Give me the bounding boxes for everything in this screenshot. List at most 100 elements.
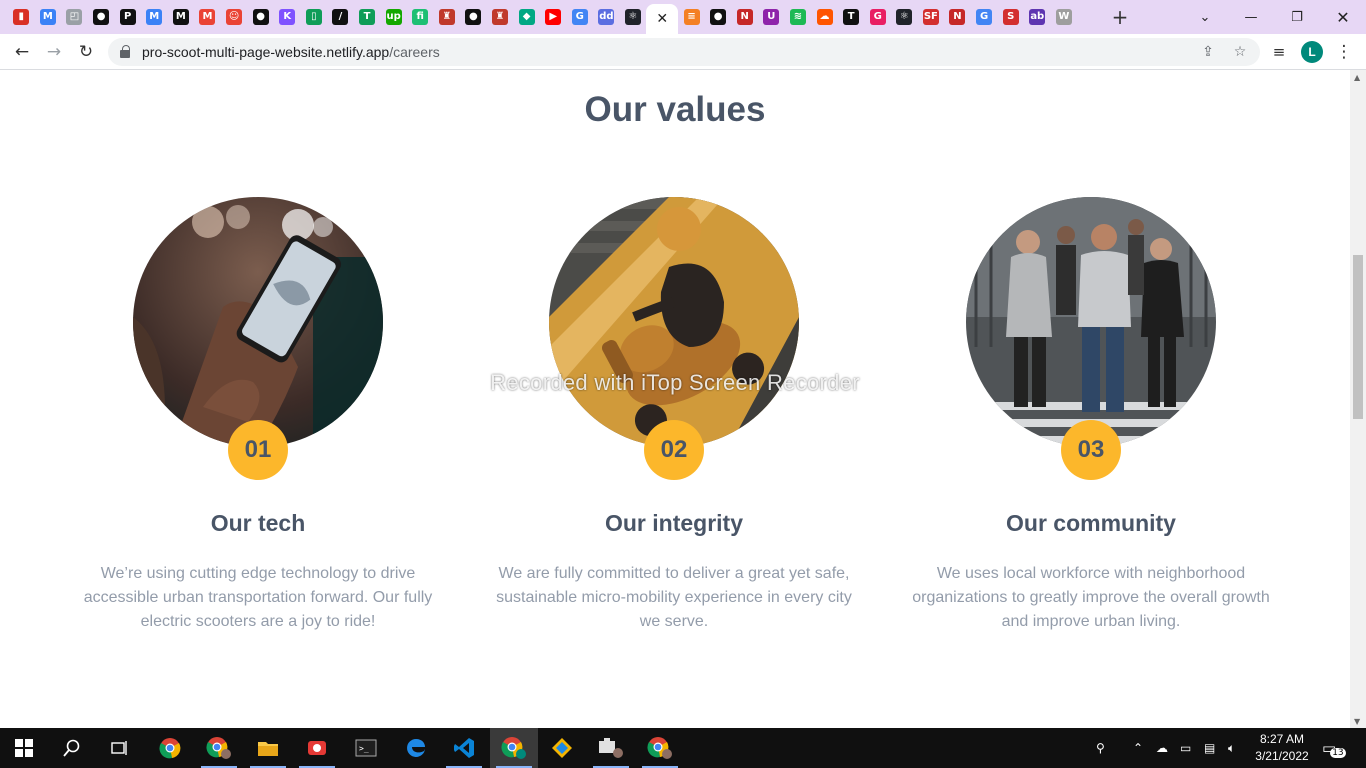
forward-arrow-icon[interactable]: → — [42, 40, 66, 64]
url-path: /careers — [389, 44, 440, 60]
browser-tab[interactable]: ● — [88, 4, 115, 30]
netlify-icon: N — [736, 9, 753, 25]
doc-icon: ◰ — [66, 9, 83, 25]
address-bar[interactable]: pro-scoot-multi-page-website.netlify.app… — [108, 38, 1260, 66]
vscode-icon[interactable] — [440, 728, 488, 768]
start-button[interactable] — [0, 728, 48, 768]
close-tab-icon[interactable]: ✕ — [656, 12, 668, 26]
google-icon: G — [976, 9, 993, 25]
chrome-profile-l-taskbar-icon[interactable] — [490, 728, 538, 768]
browser-tab[interactable]: M — [35, 4, 62, 30]
browser-tab[interactable]: up — [380, 4, 407, 30]
restore-button[interactable]: ❐ — [1274, 0, 1320, 34]
browser-tab[interactable]: ♜ — [487, 4, 514, 30]
browser-tab[interactable]: ● — [705, 4, 732, 30]
browser-tab[interactable]: ▶ — [540, 4, 567, 30]
browser-tab[interactable]: ▯ — [301, 4, 328, 30]
browser-tab[interactable]: ≡ — [678, 4, 705, 30]
back-arrow-icon[interactable]: ← — [10, 40, 34, 64]
profile-avatar[interactable]: L — [1301, 41, 1323, 63]
youtube-icon: ▶ — [545, 9, 562, 25]
browser-tab[interactable]: ▮ — [8, 4, 35, 30]
value-number-badge: 02 — [644, 420, 704, 480]
browser-tab[interactable]: M — [168, 4, 195, 30]
browser-tab[interactable]: G — [864, 4, 891, 30]
scroll-down-icon[interactable]: ▼ — [1354, 717, 1360, 726]
share-icon[interactable]: ⇪ — [1198, 42, 1218, 62]
browser-tab[interactable]: ☁ — [811, 4, 838, 30]
minimize-button[interactable]: — — [1228, 0, 1274, 34]
browser-tab[interactable]: T — [354, 4, 381, 30]
browser-tab[interactable]: M — [194, 4, 221, 30]
task-view-icon[interactable] — [96, 728, 144, 768]
url-text[interactable]: pro-scoot-multi-page-website.netlify.app… — [142, 44, 440, 60]
browser-tab[interactable]: ☺ — [221, 4, 248, 30]
page-scrollbar[interactable]: ▲ ▼ — [1350, 70, 1366, 728]
browser-tab[interactable]: dd — [593, 4, 620, 30]
dnd-icon: dd — [598, 9, 615, 25]
community-photo — [966, 197, 1216, 447]
tray-overflow-chevron-icon[interactable]: ⌃ — [1133, 728, 1143, 768]
section-title: Our values — [584, 90, 766, 129]
browser-tab[interactable]: ◆ — [513, 4, 540, 30]
browser-tab[interactable]: G — [566, 4, 593, 30]
browser-tab[interactable]: ● — [460, 4, 487, 30]
browser-tab[interactable]: fi — [407, 4, 434, 30]
volume-icon[interactable]: 🔈︎ — [1228, 728, 1235, 768]
bookmark-star-icon[interactable]: ☆ — [1230, 42, 1250, 62]
scrollbar-thumb[interactable] — [1353, 255, 1363, 419]
browser-tab[interactable]: U — [758, 4, 785, 30]
browser-tab[interactable]: ab — [1024, 4, 1051, 30]
terminal-icon[interactable]: >_ — [342, 728, 390, 768]
tech-photo — [133, 197, 383, 447]
google-icon: G — [571, 9, 588, 25]
search-icon[interactable] — [48, 728, 96, 768]
menu-kebab-icon[interactable]: ⋮ — [1332, 40, 1356, 64]
lock-icon[interactable] — [120, 45, 130, 58]
windows-logo-icon — [15, 739, 33, 757]
browser-tab[interactable]: SF — [918, 4, 945, 30]
github-icon: ● — [93, 9, 110, 25]
browser-tab[interactable]: ⚛ — [620, 4, 647, 30]
screen-recorder-icon[interactable] — [293, 728, 341, 768]
browser-toolbar: ← → ↻ pro-scoot-multi-page-website.netli… — [0, 34, 1366, 70]
scroll-up-icon[interactable]: ▲ — [1354, 73, 1360, 82]
edge-icon[interactable] — [392, 728, 440, 768]
reload-icon[interactable]: ↻ — [74, 40, 98, 64]
browser-tab[interactable]: / — [327, 4, 354, 30]
crest-icon: ♜ — [438, 9, 455, 25]
browser-tab[interactable]: ≋ — [785, 4, 812, 30]
browser-tab[interactable]: N — [944, 4, 971, 30]
browser-tab[interactable]: ◰ — [61, 4, 88, 30]
chrome-profile-r-taskbar-icon[interactable] — [195, 728, 243, 768]
browser-tab[interactable]: M — [141, 4, 168, 30]
browser-tab[interactable]: K — [274, 4, 301, 30]
taskbar-clock[interactable]: 8:27 AM 3/21/2022 — [1254, 731, 1310, 765]
people-icon[interactable]: ⚲ — [1096, 728, 1105, 768]
browser-tab[interactable]: ● — [247, 4, 274, 30]
close-window-button[interactable]: ✕ — [1320, 0, 1366, 34]
browser-tab[interactable]: ⚛ — [891, 4, 918, 30]
network-icon[interactable]: ▤ — [1204, 728, 1215, 768]
sourcetree-icon[interactable] — [538, 728, 586, 768]
chrome-profile-r2-taskbar-icon[interactable] — [636, 728, 684, 768]
browser-tab[interactable]: T — [838, 4, 865, 30]
new-tab-button[interactable]: + — [1109, 5, 1131, 29]
notification-center-icon[interactable]: ▭ 13 — [1322, 728, 1346, 768]
battery-icon[interactable]: ▭ — [1180, 728, 1191, 768]
file-explorer-icon[interactable] — [244, 728, 292, 768]
onedrive-cloud-icon[interactable]: ☁ — [1156, 728, 1168, 768]
active-browser-tab[interactable]: ✕ — [646, 4, 679, 34]
reading-list-icon[interactable]: ≡ — [1267, 40, 1291, 64]
app-r-taskbar-icon[interactable] — [587, 728, 635, 768]
browser-tab[interactable]: S — [997, 4, 1024, 30]
fiverr-icon: fi — [412, 9, 429, 25]
react-icon: ⚛ — [896, 9, 913, 25]
browser-tab[interactable]: N — [731, 4, 758, 30]
browser-tab[interactable]: P — [114, 4, 141, 30]
chrome-taskbar-icon[interactable] — [146, 728, 194, 768]
tab-search-chevron-icon[interactable]: ⌄ — [1182, 0, 1228, 34]
browser-tab[interactable]: ♜ — [434, 4, 461, 30]
browser-tab[interactable]: G — [971, 4, 998, 30]
browser-tab[interactable]: W — [1051, 4, 1078, 30]
